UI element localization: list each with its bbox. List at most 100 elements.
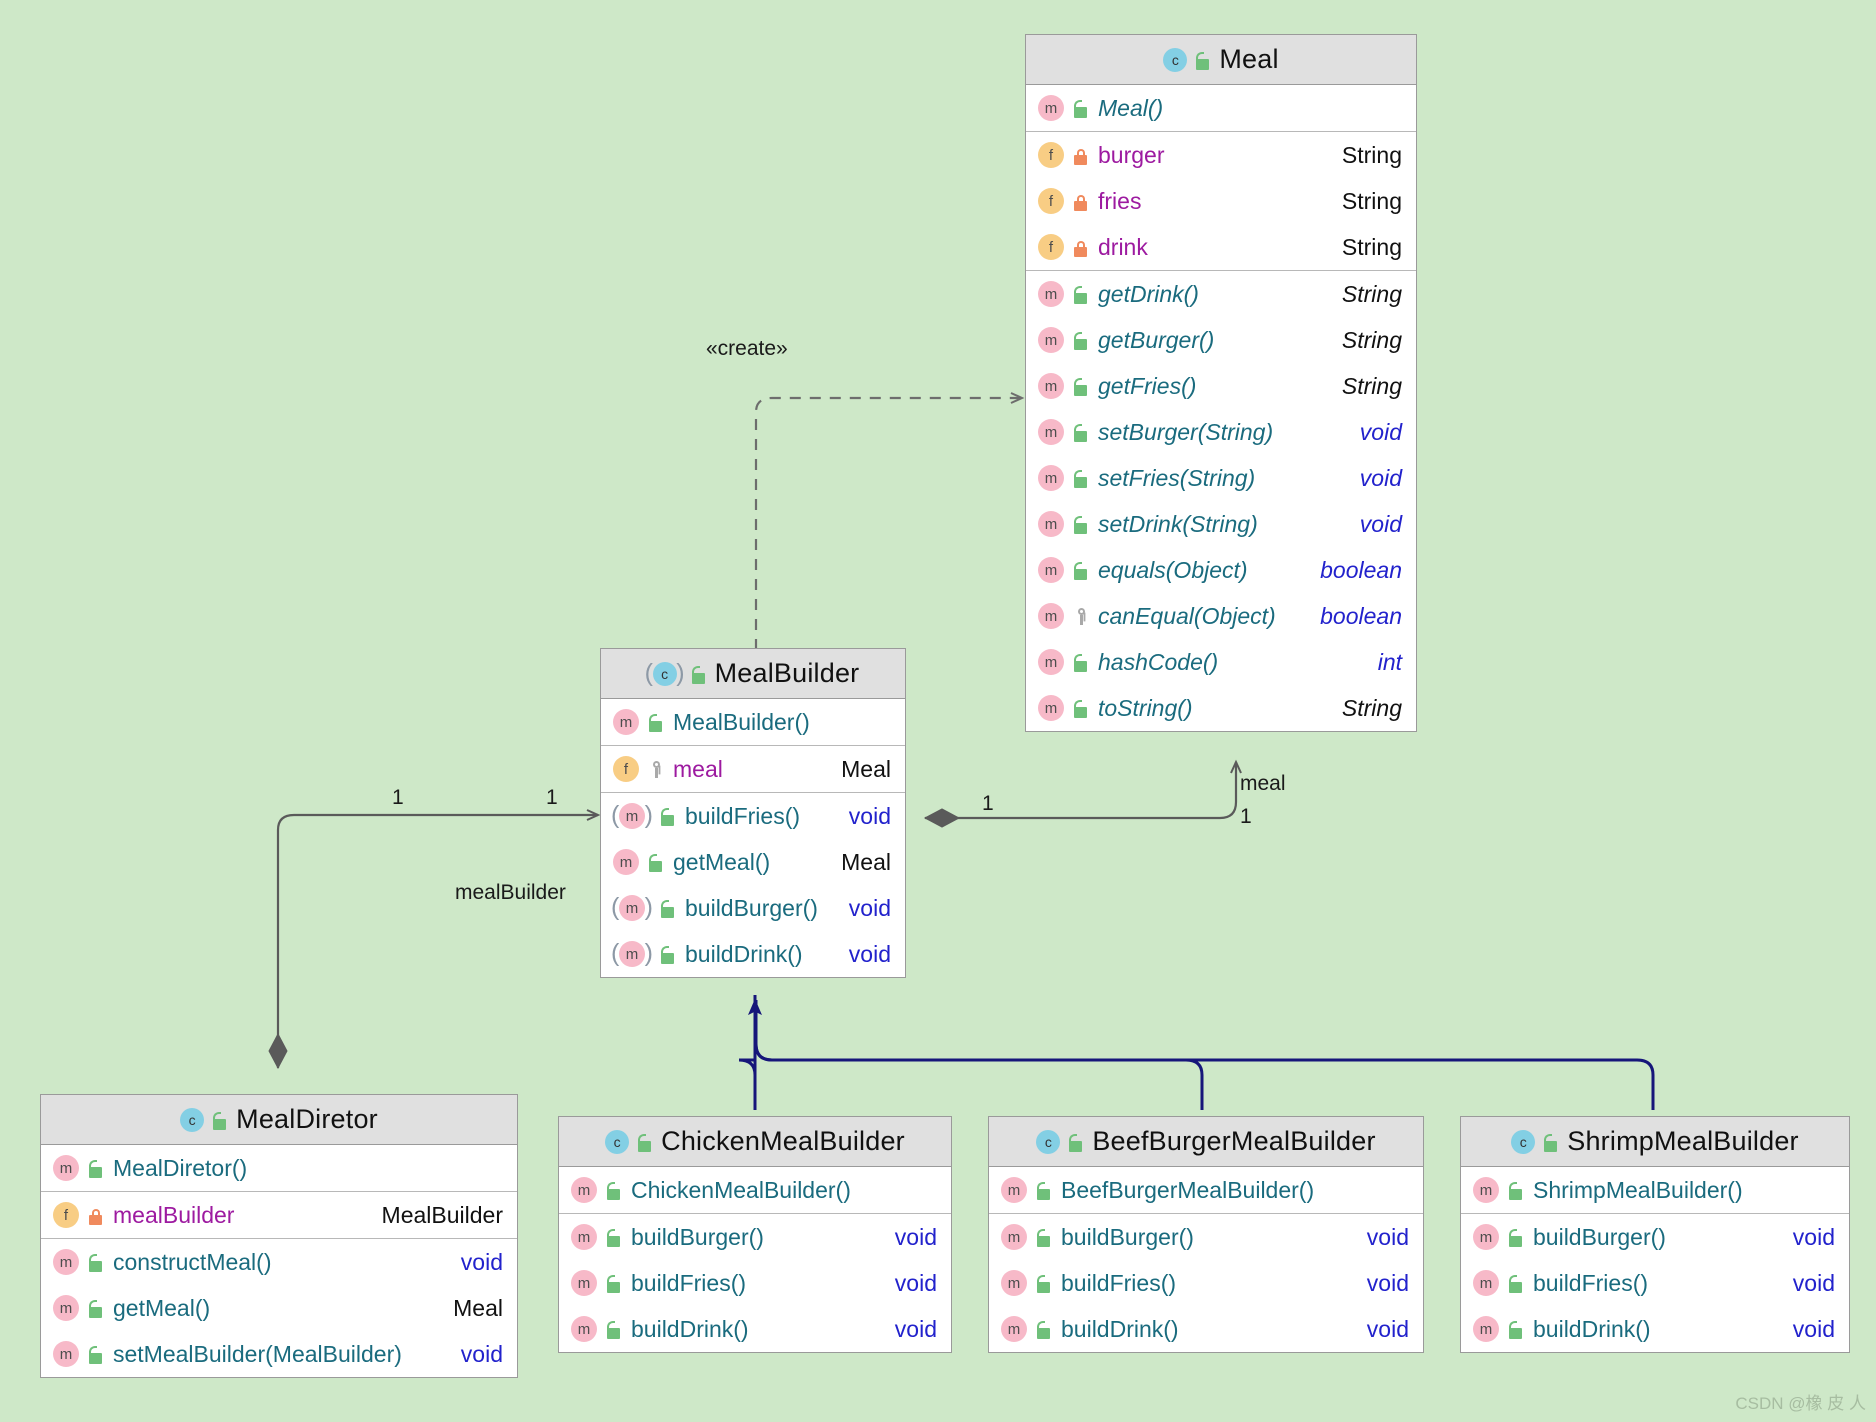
class-icon: c (1511, 1129, 1536, 1154)
member-row[interactable]: m Meal() (1026, 85, 1416, 131)
method-icon: m (1038, 373, 1064, 399)
public-lock-icon (690, 663, 708, 685)
edge-mealdiretor-mealbuilder-composition (268, 809, 601, 1070)
class-section-methods: m buildBurger() void m buildFries() void… (1461, 1214, 1849, 1352)
member-row[interactable]: m getMeal() Meal (601, 839, 905, 885)
public-lock-icon (605, 1179, 623, 1201)
method-icon: m (53, 1249, 79, 1275)
member-name: ShrimpMealBuilder() (1533, 1176, 1743, 1203)
member-row[interactable]: m buildDrink() void (559, 1306, 951, 1352)
member-name: getFries() (1098, 372, 1197, 399)
class-title: ChickenMealBuilder (661, 1126, 905, 1156)
member-row[interactable]: m getDrink() String (1026, 271, 1416, 317)
member-row[interactable]: m buildDrink() void (601, 931, 905, 977)
member-row[interactable]: m buildFries() void (559, 1260, 951, 1306)
member-row[interactable]: m MealBuilder() (601, 699, 905, 745)
class-box-beefburgermealbuilder[interactable]: c BeefBurgerMealBuilder m BeefBurgerMeal… (988, 1116, 1424, 1353)
class-header-beefburgermealbuilder: c BeefBurgerMealBuilder (989, 1117, 1423, 1167)
member-row[interactable]: f mealBuilder MealBuilder (41, 1192, 517, 1238)
method-icon: m (1038, 465, 1064, 491)
member-row[interactable]: m getFries() String (1026, 363, 1416, 409)
member-row[interactable]: f burger String (1026, 132, 1416, 178)
member-row[interactable]: m ChickenMealBuilder() (559, 1167, 951, 1213)
class-section-methods: m getDrink() String m getBurger() String… (1026, 271, 1416, 731)
edge-label-meal-mult-near: 1 (982, 792, 994, 815)
public-lock-icon (1507, 1226, 1525, 1248)
member-row[interactable]: m setFries(String) void (1026, 455, 1416, 501)
class-section-fields: f burger String f fries String f drink S… (1026, 132, 1416, 271)
member-row[interactable]: m buildBurger() void (601, 885, 905, 931)
class-box-mealdiretor[interactable]: c MealDiretor m MealDiretor() f mealBuil… (40, 1094, 518, 1378)
member-row[interactable]: f drink String (1026, 224, 1416, 270)
class-section-constructors: m ShrimpMealBuilder() (1461, 1167, 1849, 1214)
method-icon: m (53, 1295, 79, 1321)
member-row[interactable]: m equals(Object) boolean (1026, 547, 1416, 593)
private-lock-icon (1072, 144, 1090, 166)
member-row[interactable]: m buildFries() void (601, 793, 905, 839)
class-box-shrimpmealbuilder[interactable]: c ShrimpMealBuilder m ShrimpMealBuilder(… (1460, 1116, 1850, 1353)
member-name: fries (1098, 187, 1142, 214)
member-row[interactable]: m setBurger(String) void (1026, 409, 1416, 455)
class-section-methods: m buildBurger() void m buildFries() void… (559, 1214, 951, 1352)
field-icon: f (1038, 234, 1064, 260)
member-name: canEqual(Object) (1098, 602, 1276, 629)
class-box-chickenmealbuilder[interactable]: c ChickenMealBuilder m ChickenMealBuilde… (558, 1116, 952, 1353)
class-section-constructors: m MealDiretor() (41, 1145, 517, 1192)
method-icon: m (1038, 649, 1064, 675)
public-lock-icon (87, 1251, 105, 1273)
member-name: buildBurger() (1533, 1223, 1666, 1250)
member-row[interactable]: m buildDrink() void (989, 1306, 1423, 1352)
public-lock-icon (659, 805, 677, 827)
public-lock-icon (1035, 1318, 1053, 1340)
protected-key-icon (647, 758, 665, 780)
member-row[interactable]: m getMeal() Meal (41, 1285, 517, 1331)
member-row[interactable]: m buildBurger() void (1461, 1214, 1849, 1260)
member-name: setMealBuilder(MealBuilder) (113, 1340, 402, 1367)
method-icon: m (613, 849, 639, 875)
member-type: Meal (841, 755, 891, 782)
member-row[interactable]: m setDrink(String) void (1026, 501, 1416, 547)
member-row[interactable]: m buildBurger() void (989, 1214, 1423, 1260)
member-row[interactable]: m ShrimpMealBuilder() (1461, 1167, 1849, 1213)
public-lock-icon (1072, 467, 1090, 489)
public-lock-icon (647, 711, 665, 733)
class-box-meal[interactable]: c Meal m Meal() f burger String f fries … (1025, 34, 1417, 732)
member-type: void (848, 894, 891, 921)
member-name: hashCode() (1098, 648, 1219, 675)
edge-create-dependency (754, 392, 1025, 650)
class-box-mealbuilder[interactable]: c MealBuilder m MealBuilder() f meal Mea… (600, 648, 906, 978)
method-icon: m (1473, 1270, 1499, 1296)
public-lock-icon (1035, 1179, 1053, 1201)
member-type: String (1341, 326, 1402, 353)
member-row[interactable]: m setMealBuilder(MealBuilder) void (41, 1331, 517, 1377)
member-type: MealBuilder (381, 1201, 503, 1228)
member-name: getMeal() (673, 848, 771, 875)
member-row[interactable]: m constructMeal() void (41, 1239, 517, 1285)
member-row[interactable]: m toString() String (1026, 685, 1416, 731)
member-row[interactable]: m MealDiretor() (41, 1145, 517, 1191)
member-name: Meal() (1098, 94, 1164, 121)
member-name: MealBuilder() (673, 708, 810, 735)
method-icon: m (1001, 1270, 1027, 1296)
public-lock-icon (1194, 49, 1212, 71)
member-type: void (848, 802, 891, 829)
member-row[interactable]: m buildBurger() void (559, 1214, 951, 1260)
member-row[interactable]: m canEqual(Object) boolean (1026, 593, 1416, 639)
member-row[interactable]: f fries String (1026, 178, 1416, 224)
member-name: buildDrink() (1533, 1315, 1651, 1342)
abstract-method-icon: m (619, 941, 645, 967)
member-type: String (1341, 233, 1402, 260)
member-row[interactable]: m BeefBurgerMealBuilder() (989, 1167, 1423, 1213)
member-row[interactable]: f meal Meal (601, 746, 905, 792)
public-lock-icon (636, 1131, 654, 1153)
member-row[interactable]: m getBurger() String (1026, 317, 1416, 363)
member-row[interactable]: m hashCode() int (1026, 639, 1416, 685)
public-lock-icon (87, 1157, 105, 1179)
member-row[interactable]: m buildFries() void (1461, 1260, 1849, 1306)
member-name: buildFries() (1061, 1269, 1177, 1296)
edge-label-mealbuilder-mult-left: 1 (392, 786, 404, 809)
method-icon: m (571, 1177, 597, 1203)
member-type: void (1366, 1315, 1409, 1342)
member-row[interactable]: m buildFries() void (989, 1260, 1423, 1306)
member-row[interactable]: m buildDrink() void (1461, 1306, 1849, 1352)
